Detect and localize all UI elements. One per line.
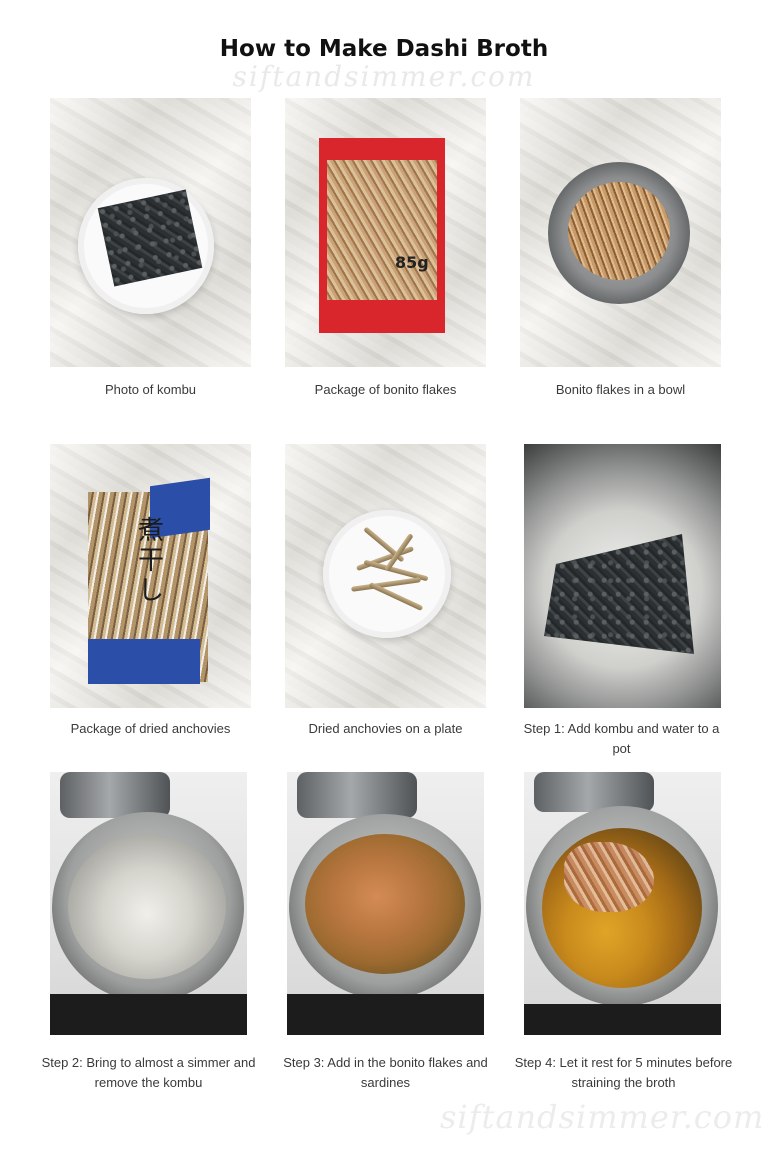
bonito-flakes [568, 182, 670, 280]
photo-step-4 [524, 772, 721, 1035]
caption-bonito-package: Package of bonito flakes [314, 382, 457, 397]
water [68, 834, 226, 979]
kettle [60, 772, 170, 818]
caption-bonito-bowl: Bonito flakes in a bowl [555, 382, 686, 397]
burner [50, 994, 247, 1035]
photo-bonito-bowl [520, 98, 721, 367]
anchovy-bag-text: 煮干し [138, 516, 165, 606]
caption-anchovy-package: Package of dried anchovies [70, 721, 231, 736]
burner [524, 1004, 721, 1035]
caption-step-2: Step 2: Bring to almost a simmer and rem… [41, 1055, 256, 1090]
photo-anchovy-package: 煮干し [50, 444, 251, 708]
watermark-bottom: siftandsimmer.com [440, 1098, 765, 1136]
kombu-sheet [544, 534, 694, 654]
anchovy-bag-bottom-label [88, 639, 200, 684]
kettle [534, 772, 654, 812]
photo-bonito-package: 85g [285, 98, 486, 367]
photo-step-3 [287, 772, 484, 1035]
caption-step-3: Step 3: Add in the bonito flakes and sar… [283, 1055, 488, 1090]
page-title: How to Make Dashi Broth [219, 36, 549, 62]
bonito-bag-weight: 85g [395, 253, 429, 272]
broth-with-flakes [305, 834, 465, 974]
watermark-top: siftandsimmer.com [232, 60, 536, 93]
photo-kombu [50, 98, 251, 367]
caption-kombu: Photo of kombu [104, 382, 197, 397]
kettle [297, 772, 417, 818]
bonito-bag-window [327, 160, 437, 300]
photo-step-1 [524, 444, 721, 708]
plate [323, 510, 451, 638]
caption-anchovy-plate: Dried anchovies on a plate [308, 721, 463, 736]
caption-step-4: Step 4: Let it rest for 5 minutes before… [514, 1055, 733, 1090]
burner [287, 994, 484, 1035]
photo-anchovy-plate [285, 444, 486, 708]
caption-step-1: Step 1: Add kombu and water to a pot [523, 721, 720, 756]
photo-step-2 [50, 772, 247, 1035]
